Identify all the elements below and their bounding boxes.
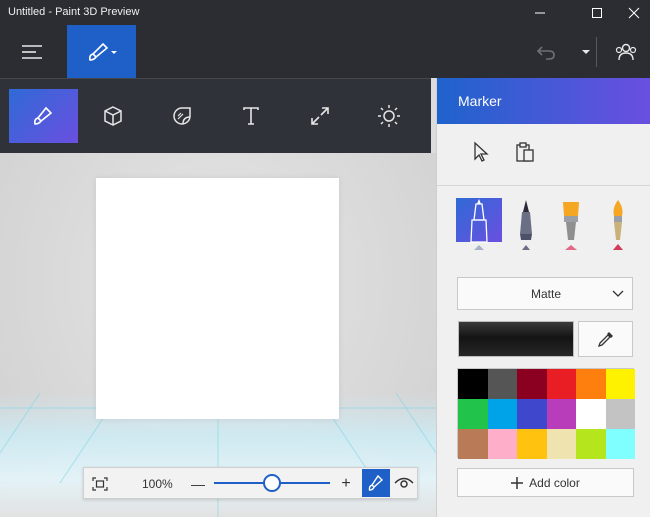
finish-dropdown[interactable]: Matte [457,277,633,310]
plus-icon: + [341,475,351,492]
brush-icon [368,474,384,491]
current-color-swatch[interactable] [458,321,574,357]
art-tools-menu-button[interactable] [67,25,136,78]
finish-value: Matte [530,287,561,301]
view-controls-bar: 100% — + [83,467,418,499]
tools-strip [0,78,431,153]
flat-brush-icon [563,202,579,250]
color-swatch[interactable] [487,369,517,399]
view-3d-button[interactable] [390,469,418,497]
color-swatch[interactable] [458,429,488,459]
color-swatch[interactable] [576,369,606,399]
brush-view-button[interactable] [362,469,390,497]
panel-header: Marker [437,78,650,124]
color-swatch[interactable] [576,399,606,429]
minimize-icon [535,12,545,13]
round-brush-icon [613,200,623,250]
people-icon [615,43,637,61]
sticker-icon [172,107,191,125]
hamburger-menu-icon [22,45,42,59]
close-icon [628,7,640,18]
paste-button[interactable] [513,138,537,166]
color-palette [457,368,635,459]
color-swatch[interactable] [517,429,547,459]
tool-3d-objects[interactable] [78,89,147,143]
color-swatch[interactable] [517,369,547,399]
window-title: Untitled - Paint 3D Preview [8,6,140,18]
zoom-slider[interactable] [214,474,330,492]
drawing-canvas[interactable] [96,178,339,419]
tool-effects[interactable] [354,89,423,143]
history-dropdown-button[interactable] [575,37,597,67]
chevron-down-icon [612,290,624,297]
color-swatch[interactable] [546,429,576,459]
pen-icon [520,200,532,250]
maximize-icon [592,7,602,18]
brush-icon [33,106,52,125]
resize-icon [310,107,329,125]
tool-canvas[interactable] [285,89,354,143]
cursor-arrow-icon [474,141,489,162]
zoom-out-button[interactable]: — [188,472,208,496]
zoom-slider-thumb[interactable] [263,474,281,492]
brush-marker[interactable] [456,198,502,258]
color-swatch[interactable] [605,369,635,399]
eyedropper-button[interactable] [578,321,633,357]
chevron-down-icon [581,50,590,54]
community-button[interactable] [608,37,644,67]
color-swatch[interactable] [487,399,517,429]
brush-watercolor[interactable] [596,198,635,258]
workspace: 100% — + [0,153,436,517]
zoom-level: 100% [142,477,173,491]
paintbrush-icon [88,42,117,61]
eyedropper-icon [597,332,613,348]
undo-icon [536,46,555,60]
color-swatch[interactable] [576,429,606,459]
fit-screen-icon [92,477,108,491]
color-swatch[interactable] [546,399,576,429]
sun-icon [377,105,400,127]
marker-icon [470,199,488,250]
color-swatch[interactable] [546,369,576,399]
menu-button[interactable] [12,37,52,67]
plus-icon [511,476,524,489]
close-button[interactable] [612,0,650,25]
color-swatch[interactable] [517,399,547,429]
color-swatch[interactable] [458,399,488,429]
add-color-label: Add color [529,475,580,490]
tool-stickers[interactable] [147,89,216,143]
color-swatch[interactable] [487,429,517,459]
minimize-button[interactable] [518,0,562,25]
title-bar: Untitled - Paint 3D Preview [0,0,650,25]
select-button[interactable] [469,138,493,166]
command-bar [0,25,650,78]
clipboard-icon [516,142,534,162]
fit-to-window-button[interactable] [88,472,112,496]
color-swatch[interactable] [605,399,635,429]
brush-selector [455,198,635,258]
tool-text[interactable] [216,89,285,143]
brush-oil-brush[interactable] [549,198,593,258]
add-color-button[interactable]: Add color [457,468,634,497]
eye-icon [394,477,414,488]
text-icon [242,107,259,125]
minus-icon: — [191,476,205,492]
undo-button[interactable] [530,37,562,67]
panel-title: Marker [458,93,502,109]
color-swatch[interactable] [458,369,488,399]
cube-icon [103,106,122,126]
tool-art-tools[interactable] [9,89,78,143]
zoom-in-button[interactable]: + [336,472,356,496]
properties-panel: Marker Matte Add color [436,78,650,517]
divider [437,185,650,186]
brush-calligraphy-pen[interactable] [503,198,547,258]
color-swatch[interactable] [605,429,635,459]
